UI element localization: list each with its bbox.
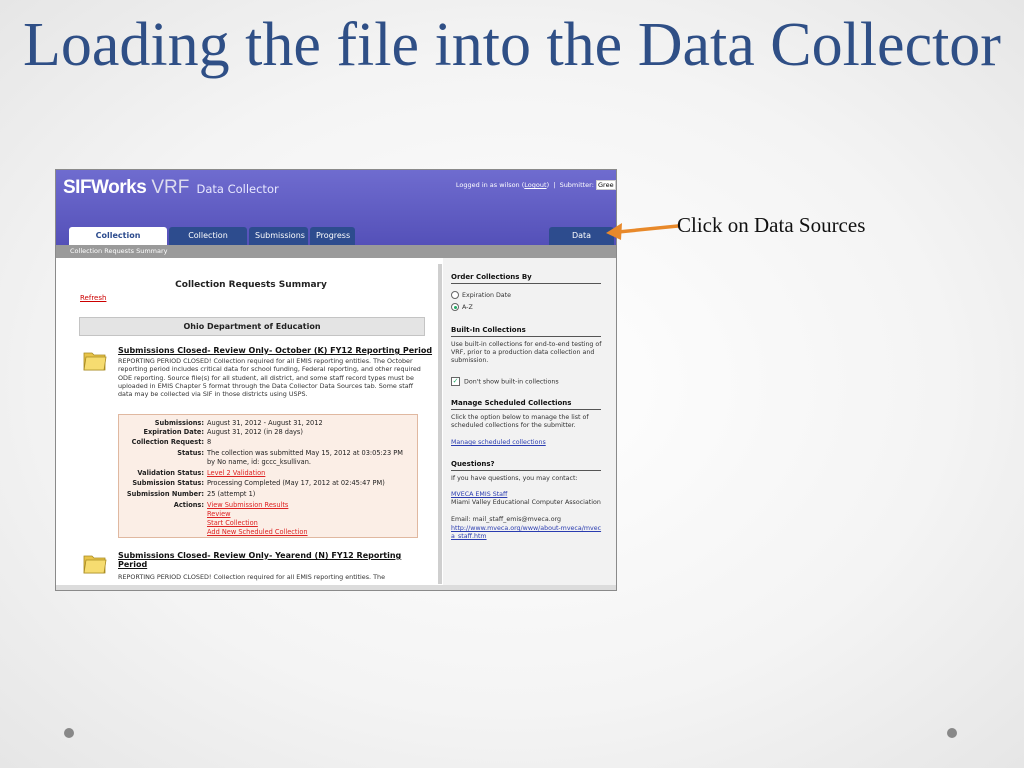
request-description: REPORTING PERIOD CLOSED! Collection requ…	[118, 573, 385, 581]
questions-heading: Questions?	[451, 460, 495, 468]
status-value-line1: The collection was submitted May 15, 201…	[207, 449, 403, 457]
review-link[interactable]: Review	[207, 510, 231, 519]
detail-label: Submissions:	[154, 419, 204, 427]
detail-label: Submission Status:	[132, 479, 204, 487]
submitter-select[interactable]: Gree	[596, 180, 616, 190]
collection-request-value: 8	[207, 438, 212, 446]
questions-text: If you have questions, you may contact:	[451, 475, 578, 482]
folder-icon	[83, 352, 107, 371]
divider-line	[451, 283, 601, 284]
app-screenshot: SIFWorks VRF Data Collector Logged in as…	[55, 169, 617, 591]
login-user: wilson	[499, 181, 520, 189]
divider-line	[451, 336, 601, 337]
contact-org: Miami Valley Educational Computer Associ…	[451, 499, 601, 506]
tab-progress[interactable]: Progress	[310, 227, 355, 245]
validation-link[interactable]: Level 2 Validation	[207, 469, 265, 478]
status-value-line2: by No name, id: gccc_ksullivan.	[207, 458, 311, 466]
detail-label: Validation Status:	[137, 469, 204, 477]
app-logo: SIFWorks VRF Data Collector	[63, 177, 279, 199]
logout-link[interactable]: Logout	[524, 181, 546, 189]
start-collection-link[interactable]: Start Collection	[207, 519, 258, 528]
brand-data-collector: Data Collector	[196, 182, 279, 196]
org-header: Ohio Department of Education	[79, 317, 425, 336]
add-scheduled-collection-link[interactable]: Add New Scheduled Collection	[207, 528, 308, 537]
sidebar: Order Collections By Expiration Date A-Z…	[443, 258, 616, 590]
order-option-expiration[interactable]: Expiration Date	[451, 291, 603, 300]
divider-line	[451, 470, 601, 471]
detail-label: Submission Number:	[126, 490, 204, 498]
pane-divider[interactable]	[438, 264, 442, 584]
scheduled-heading: Manage Scheduled Collections	[451, 399, 572, 407]
callout-text: Click on Data Sources	[677, 213, 866, 237]
request-details: Submissions: August 31, 2012 - August 31,…	[118, 414, 418, 538]
radio-icon[interactable]	[451, 291, 459, 299]
order-heading: Order Collections By	[451, 273, 532, 281]
checkbox-checked-icon[interactable]: ✓	[451, 377, 460, 386]
login-prefix: Logged in as	[455, 181, 498, 189]
scheduled-text: Click the option below to manage the lis…	[451, 414, 589, 430]
bullet-dot	[64, 728, 74, 738]
view-submission-results-link[interactable]: View Submission Results	[207, 501, 288, 510]
builtin-text: Use built-in collections for end-to-end …	[451, 341, 602, 365]
manage-scheduled-link[interactable]: Manage scheduled collections	[451, 439, 603, 447]
contact-link[interactable]: MVECA EMIS Staff	[451, 491, 603, 499]
tab-collection-requests[interactable]: Collection Requests	[69, 227, 167, 258]
builtin-checkbox[interactable]: ✓ Don't show built-in collections	[451, 377, 603, 387]
brand-vrf: VRF	[151, 177, 190, 198]
expiration-value: August 31, 2012 (in 28 days)	[207, 428, 303, 436]
order-option-az[interactable]: A-Z	[451, 303, 603, 312]
page-title: Collection Requests Summary	[175, 280, 327, 290]
detail-label: Status:	[177, 449, 204, 457]
detail-label: Expiration Date:	[143, 428, 204, 436]
request-title-link[interactable]: Submissions Closed- Review Only- October…	[118, 346, 432, 355]
detail-label: Collection Request:	[131, 438, 204, 446]
app-header: SIFWorks VRF Data Collector Logged in as…	[56, 170, 616, 258]
tab-submissions[interactable]: Submissions	[249, 227, 308, 245]
submitter-label: Submitter:	[559, 181, 594, 189]
contact-email: Email: mail_staff_emis@mveca.org	[451, 516, 562, 523]
divider-line	[451, 409, 601, 410]
main-pane: Collection Requests Summary Refresh Ohio…	[56, 258, 438, 590]
horizontal-scrollbar[interactable]	[56, 585, 616, 590]
detail-label: Actions:	[173, 501, 204, 509]
radio-selected-icon[interactable]	[451, 303, 459, 311]
submissions-value: August 31, 2012 - August 31, 2012	[207, 419, 323, 427]
folder-icon	[83, 555, 107, 574]
submission-number-value: 25 (attempt 1)	[207, 490, 256, 498]
builtin-heading: Built-In Collections	[451, 326, 526, 334]
tab-collection-status[interactable]: Collection Status	[169, 227, 247, 258]
refresh-link[interactable]: Refresh	[80, 294, 106, 302]
breadcrumb: Collection Requests Summary	[56, 245, 616, 258]
login-info: Logged in as wilson (Logout) | Submitter…	[456, 180, 616, 190]
arrow-icon	[606, 223, 680, 240]
request-title-link[interactable]: Submissions Closed- Review Only- Yearend…	[118, 551, 408, 569]
contact-url-link[interactable]: http://www.mveca.org/www/about-mveca/mve…	[451, 525, 603, 541]
request-description: REPORTING PERIOD CLOSED! Collection requ…	[118, 357, 421, 399]
bullet-dot	[947, 728, 957, 738]
brand-sifworks: SIFWorks	[63, 177, 147, 198]
submission-status-value: Processing Completed (May 17, 2012 at 02…	[207, 479, 385, 487]
slide-title: Loading the file into the Data Collector	[23, 11, 1001, 79]
